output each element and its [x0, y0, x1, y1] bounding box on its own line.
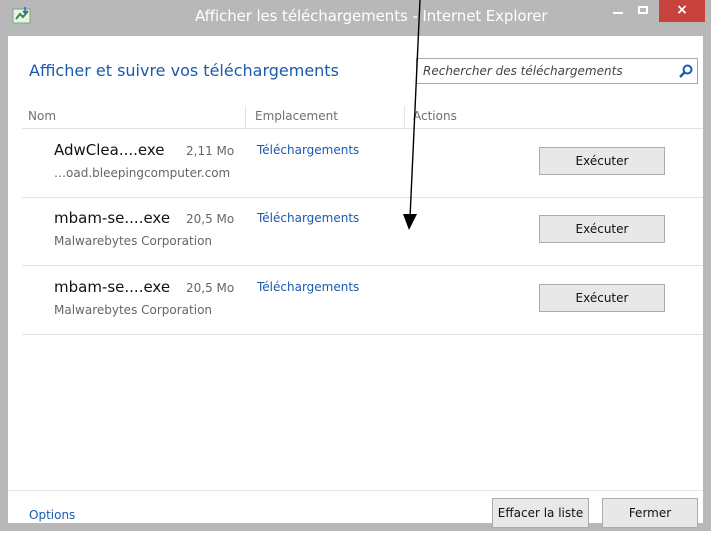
column-header-location[interactable]: Emplacement — [255, 109, 338, 123]
downloads-panel: Afficher et suivre vos téléchargements N… — [8, 36, 703, 528]
file-size: 20,5 Mo — [186, 212, 235, 226]
run-button[interactable]: Exécuter — [539, 284, 665, 312]
column-header-actions[interactable]: Actions — [413, 109, 457, 123]
column-divider — [245, 106, 246, 128]
close-button[interactable]: Fermer — [602, 498, 698, 528]
file-size: 20,5 Mo — [186, 281, 235, 295]
search-icon[interactable] — [678, 63, 694, 79]
download-row[interactable]: AdwClea....exe 2,11 Mo …oad.bleepingcomp… — [22, 128, 703, 198]
title-bar[interactable]: Afficher les téléchargements - Internet … — [0, 0, 711, 36]
location-link[interactable]: Téléchargements — [257, 211, 359, 225]
download-row[interactable]: mbam-se....exe 20,5 Mo Malwarebytes Corp… — [22, 266, 703, 335]
run-button[interactable]: Exécuter — [539, 147, 665, 175]
ie-download-icon — [12, 7, 31, 24]
minimize-button[interactable] — [606, 4, 630, 18]
run-button[interactable]: Exécuter — [539, 215, 665, 243]
search-box[interactable] — [416, 58, 698, 84]
file-name: mbam-se....exe — [54, 278, 171, 296]
clear-list-button[interactable]: Effacer la liste — [492, 498, 589, 528]
file-name: mbam-se....exe — [54, 209, 171, 227]
location-link[interactable]: Téléchargements — [257, 143, 359, 157]
download-row[interactable]: mbam-se....exe 20,5 Mo Malwarebytes Corp… — [22, 197, 703, 266]
file-source: …oad.bleepingcomputer.com — [54, 166, 231, 180]
column-divider — [404, 106, 405, 128]
footer-divider — [8, 490, 703, 491]
minimize-icon — [613, 12, 623, 14]
file-source: Malwarebytes Corporation — [54, 234, 213, 248]
options-link[interactable]: Options — [29, 508, 75, 522]
maximize-icon — [638, 6, 648, 14]
window-title: Afficher les téléchargements - Internet … — [195, 7, 548, 25]
close-window-button[interactable]: × — [659, 0, 705, 22]
maximize-button[interactable] — [632, 4, 656, 18]
column-header-name[interactable]: Nom — [28, 109, 56, 123]
file-name: AdwClea....exe — [54, 141, 165, 159]
location-link[interactable]: Téléchargements — [257, 280, 359, 294]
search-input[interactable] — [423, 62, 663, 80]
downloads-window: Afficher les téléchargements - Internet … — [0, 0, 711, 531]
file-size: 2,11 Mo — [186, 144, 235, 158]
close-icon: × — [676, 2, 688, 18]
page-title: Afficher et suivre vos téléchargements — [29, 61, 339, 80]
file-source: Malwarebytes Corporation — [54, 303, 213, 317]
